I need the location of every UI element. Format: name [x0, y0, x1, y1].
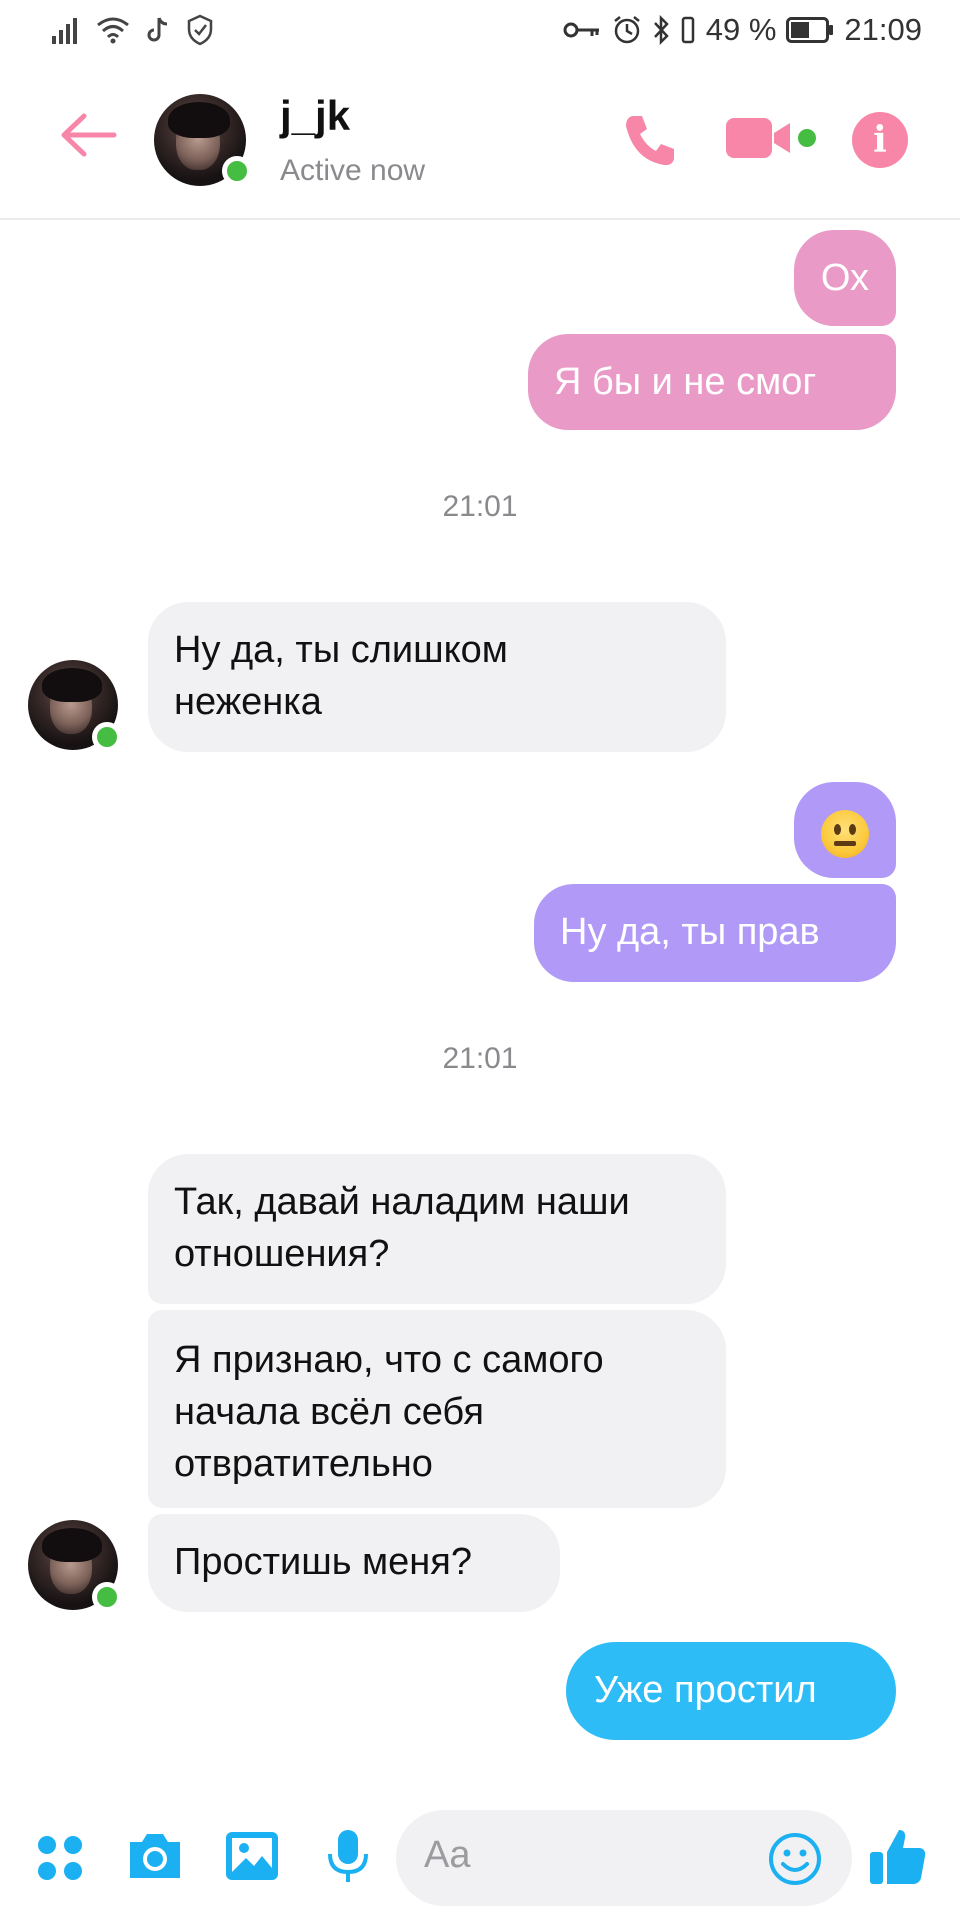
contact-status: Active now [280, 154, 426, 187]
back-arrow-icon [61, 113, 117, 157]
message-bubble-in[interactable]: Так, давай наладим наши отношения? [148, 1154, 726, 1304]
message-bubble-out[interactable]: Ну да, ты прав [534, 884, 896, 982]
back-button[interactable] [58, 110, 118, 160]
clock: 21:09 [844, 12, 922, 47]
apps-button[interactable] [36, 1834, 84, 1882]
shield-icon [186, 14, 214, 46]
battery-icon [786, 16, 834, 44]
phone-icon [626, 116, 674, 166]
message-bubble-out[interactable]: Уже простил [566, 1642, 896, 1740]
message-bubble-out[interactable]: Ох [794, 230, 896, 326]
alarm-icon [612, 15, 642, 45]
contact-avatar-small[interactable] [28, 660, 122, 752]
microphone-icon [328, 1830, 368, 1882]
battery-percent: 49 % [705, 12, 777, 47]
online-indicator [92, 1582, 122, 1612]
contact-avatar[interactable] [154, 94, 252, 186]
emoji-icon [769, 1833, 821, 1885]
vibrate-battery-icon [680, 15, 696, 45]
chat-header: j_jk Active now i [0, 64, 960, 220]
gallery-icon [226, 1832, 278, 1880]
online-indicator [92, 722, 122, 752]
message-bubble-out[interactable]: Я бы и не смог [528, 334, 896, 430]
timestamp: 21:01 [442, 1042, 518, 1075]
key-icon [562, 18, 602, 42]
message-bubble-in[interactable]: Простишь меня? [148, 1514, 560, 1612]
thumbs-up-icon [870, 1830, 926, 1884]
info-button[interactable]: i [852, 112, 908, 168]
message-bubble-in[interactable]: Я признаю, что с самого начала всёл себя… [148, 1310, 726, 1508]
microphone-button[interactable] [326, 1828, 370, 1884]
emoji-button[interactable] [768, 1832, 822, 1886]
message-bubble-out-emoji[interactable] [794, 782, 896, 878]
message-bubble-in[interactable]: Ну да, ты слишком неженка [148, 602, 726, 752]
apps-icon [38, 1836, 82, 1880]
composer-bar: Aa [0, 1800, 960, 1920]
message-input[interactable]: Aa [396, 1810, 852, 1906]
message-input-placeholder: Aa [424, 1834, 471, 1876]
status-bar: 49 % 21:09 [0, 0, 960, 64]
online-indicator [222, 156, 252, 186]
wifi-icon [96, 16, 130, 44]
contact-avatar-small[interactable] [28, 1520, 122, 1612]
video-call-button[interactable] [724, 116, 820, 162]
neutral-face-emoji-icon [821, 809, 869, 858]
bluetooth-icon [652, 15, 670, 45]
info-icon: i [873, 119, 887, 161]
video-camera-icon [726, 118, 816, 158]
timestamp: 21:01 [442, 490, 518, 523]
camera-icon [130, 1834, 180, 1878]
voice-call-button[interactable] [620, 110, 680, 170]
camera-button[interactable] [126, 1830, 184, 1882]
tiktok-icon [144, 15, 172, 45]
signal-icon [52, 16, 82, 44]
like-button[interactable] [868, 1826, 928, 1886]
gallery-button[interactable] [224, 1830, 280, 1882]
contact-name[interactable]: j_jk [280, 92, 350, 140]
